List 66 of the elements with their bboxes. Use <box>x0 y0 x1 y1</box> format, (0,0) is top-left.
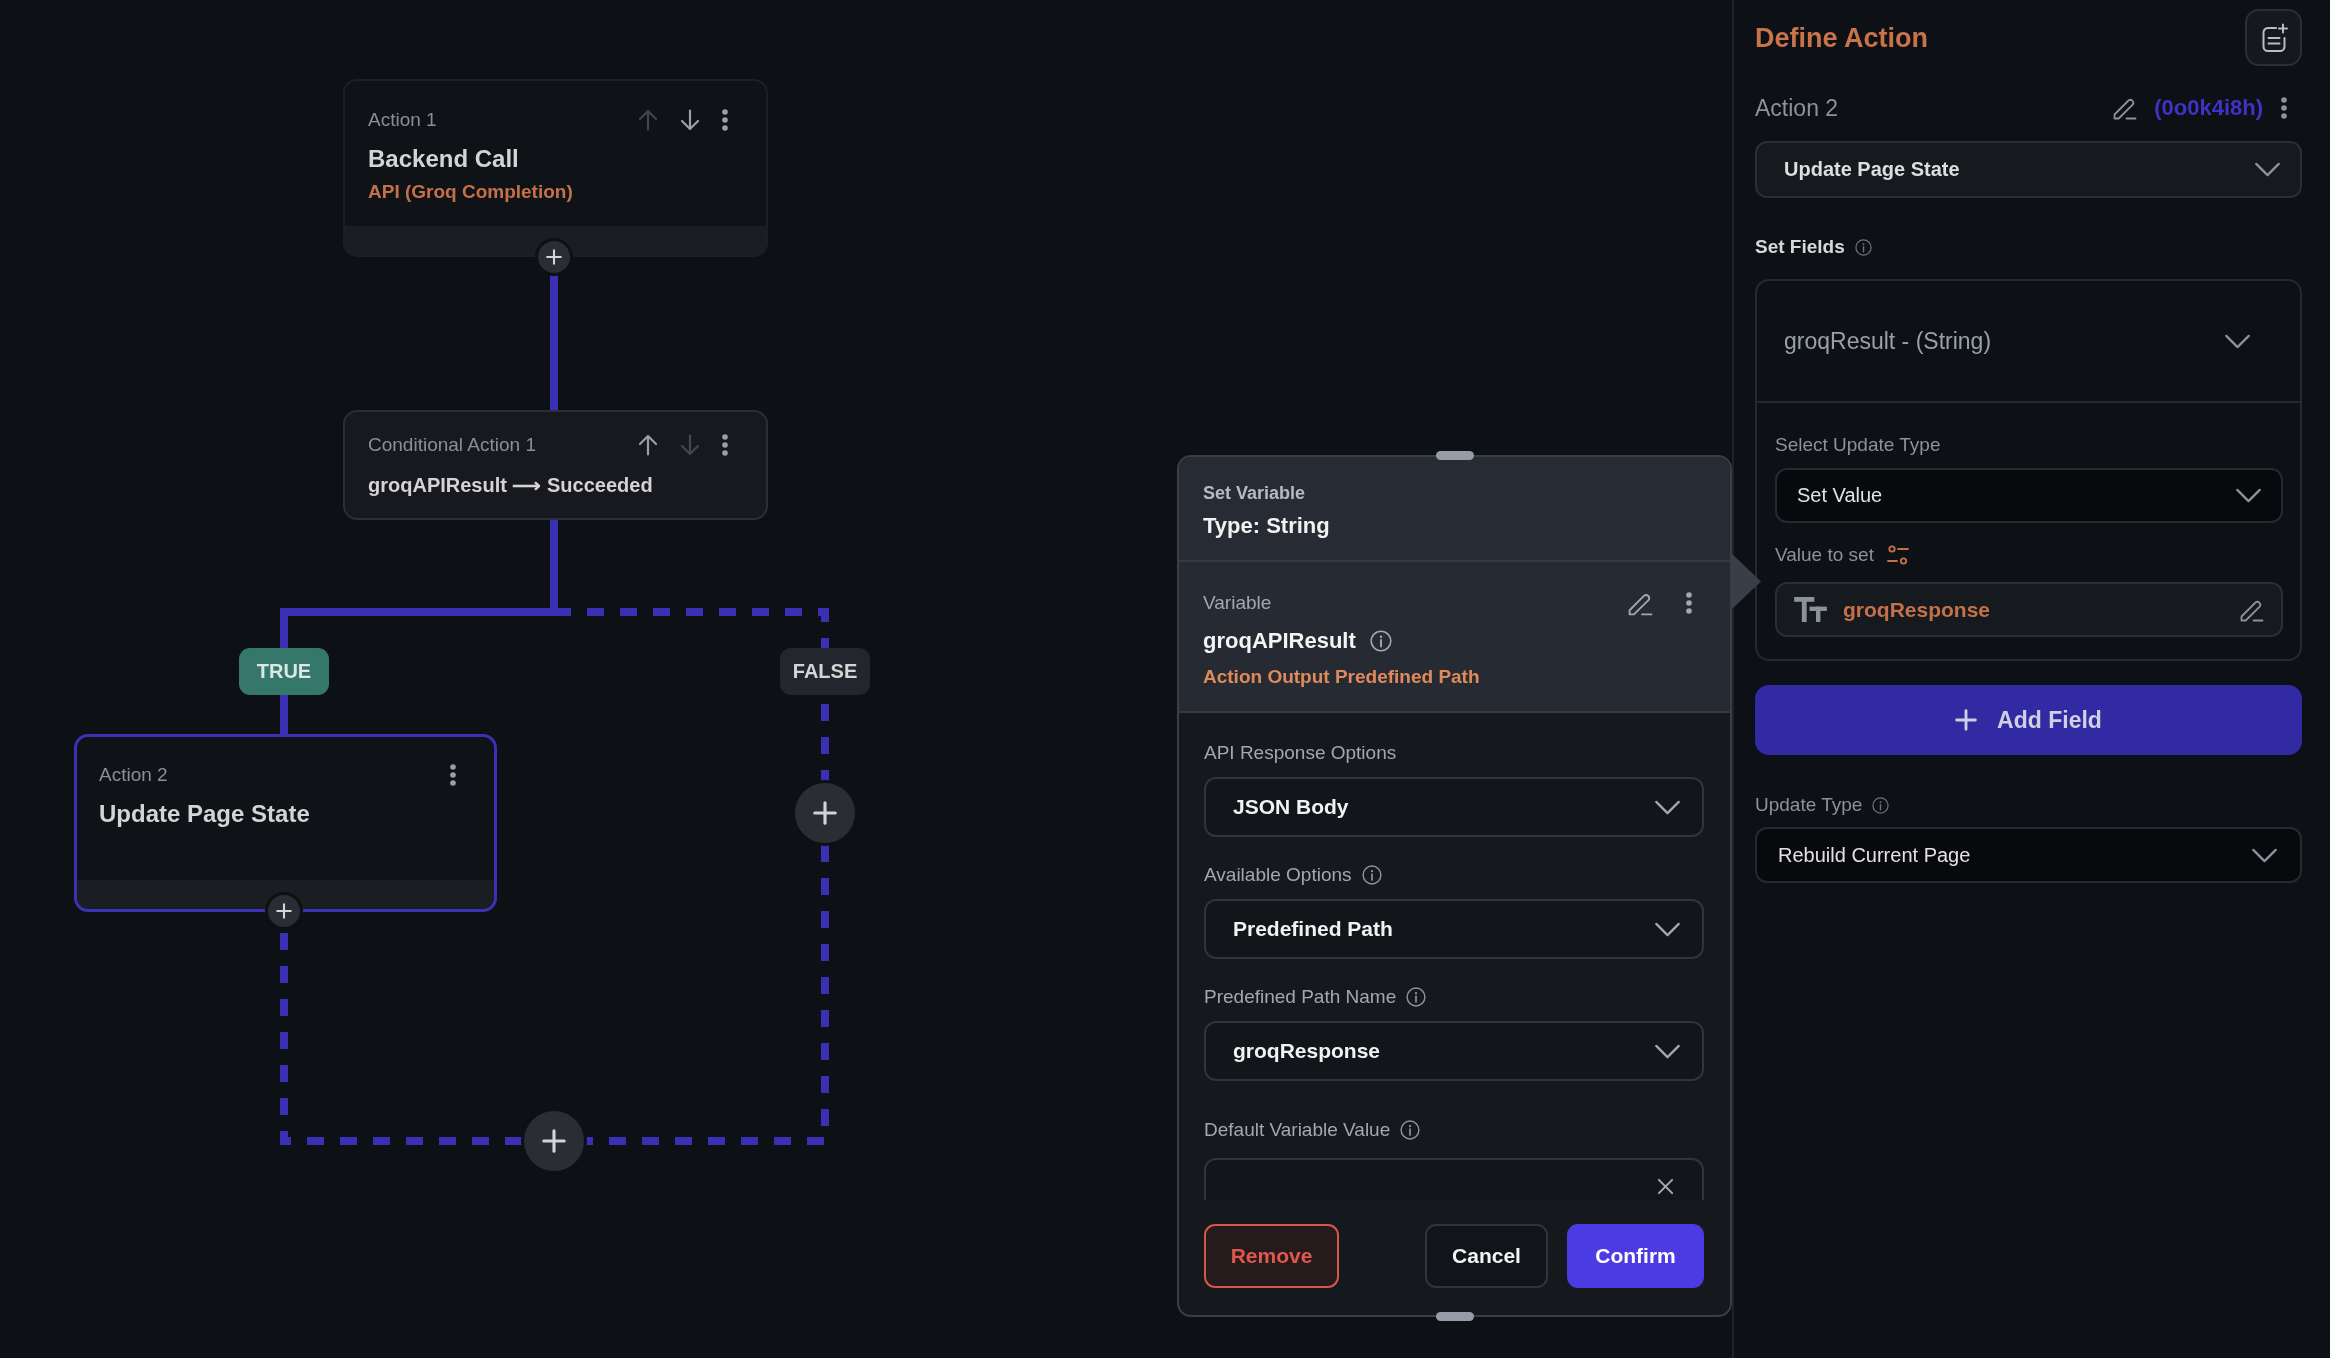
panel-heading: Set Variable <box>1203 482 1307 504</box>
field-label: Default Variable Value <box>1204 1118 1391 1142</box>
field-label: API Response Options <box>1204 741 1397 765</box>
step-label: Action 2 <box>99 763 169 787</box>
plus-icon <box>546 249 562 265</box>
arrow-up-icon[interactable] <box>638 434 658 456</box>
panel-title: Define Action <box>1755 21 1928 55</box>
step-title: Update Page State <box>99 799 311 829</box>
step-title: groqAPIResult ⟶ Succeeded <box>368 473 654 498</box>
field-label: Available Options <box>1204 863 1352 887</box>
action-label: Action 2 <box>1755 94 1840 123</box>
dropdown-select[interactable]: groqResponse <box>1204 1021 1704 1081</box>
plus-icon <box>1955 709 1978 731</box>
step-label: Action 1 <box>368 108 438 132</box>
dropdown-select[interactable]: JSON Body <box>1204 777 1704 837</box>
action-card[interactable]: Action 2 Update Page State <box>74 734 497 912</box>
chevron-down-icon <box>1654 1043 1681 1059</box>
section-label: Variable <box>1203 591 1273 615</box>
action-type-dropdown[interactable]: Update Page State <box>1755 141 2302 198</box>
sliders-icon[interactable] <box>1885 543 1910 567</box>
add-field-button[interactable]: Add Field <box>1755 685 2302 755</box>
add-note-button[interactable] <box>2245 9 2302 66</box>
field-label: Predefined Path Name <box>1204 985 1397 1009</box>
chevron-down-icon <box>2251 847 2278 863</box>
plus-icon <box>276 903 292 919</box>
value-field[interactable]: groqResponse <box>1775 582 2283 637</box>
plus-icon <box>542 1129 566 1153</box>
chevron-down-icon <box>1654 799 1681 815</box>
update-type-dropdown[interactable]: Set Value <box>1775 468 2283 523</box>
section-label: Set Fields <box>1755 235 1845 259</box>
kebab-menu-icon[interactable] <box>722 434 728 456</box>
confirm-button[interactable]: Confirm <box>1567 1224 1704 1288</box>
step-title: Backend Call <box>368 144 520 174</box>
chevron-down-icon <box>1654 921 1681 937</box>
condition-card[interactable]: Conditional Action 1 groqAPIResult ⟶ Succeeded <box>343 410 768 520</box>
field-selector[interactable]: groqResult - (String) <box>1757 281 2300 403</box>
variable-name: groqAPIResult <box>1203 627 1356 655</box>
text-type-icon <box>1794 597 1827 622</box>
branch-label: TRUE <box>239 648 329 695</box>
branch-label: FALSE <box>780 648 870 695</box>
kebab-menu-icon[interactable] <box>2281 97 2287 119</box>
step-subtitle: API (Groq Completion) <box>368 180 574 204</box>
close-icon[interactable] <box>1657 1178 1674 1195</box>
variable-source: Action Output Predefined Path <box>1203 665 1481 689</box>
dropdown-select[interactable]: Predefined Path <box>1204 899 1704 959</box>
field-label: Update Type <box>1755 793 1863 817</box>
cancel-button[interactable]: Cancel <box>1425 1224 1548 1288</box>
action-card[interactable]: Action 1 Backend Call API (Groq Completion) <box>343 79 768 257</box>
info-icon <box>1369 630 1392 652</box>
text-input-field[interactable] <box>1204 1158 1704 1200</box>
remove-button[interactable]: Remove <box>1204 1224 1339 1288</box>
variable-type: Type: String <box>1203 512 1331 540</box>
drag-handle[interactable] <box>1435 451 1474 460</box>
chevron-down-icon <box>2235 488 2262 503</box>
chevron-down-icon <box>2254 162 2281 177</box>
kebab-menu-icon[interactable] <box>1686 592 1692 614</box>
arrow-down-icon[interactable] <box>680 109 700 131</box>
update-type-dropdown[interactable]: Rebuild Current Page <box>1755 827 2302 883</box>
kebab-menu-icon[interactable] <box>722 109 728 131</box>
kebab-menu-icon[interactable] <box>450 764 456 786</box>
action-id: (0o0k4i8h) <box>2154 95 2263 121</box>
step-label: Conditional Action 1 <box>368 433 537 457</box>
drag-handle[interactable] <box>1435 1312 1474 1321</box>
field-label: Value to set <box>1775 543 1874 567</box>
plus-icon <box>813 801 837 825</box>
field-label: Select Update Type <box>1775 433 1941 457</box>
